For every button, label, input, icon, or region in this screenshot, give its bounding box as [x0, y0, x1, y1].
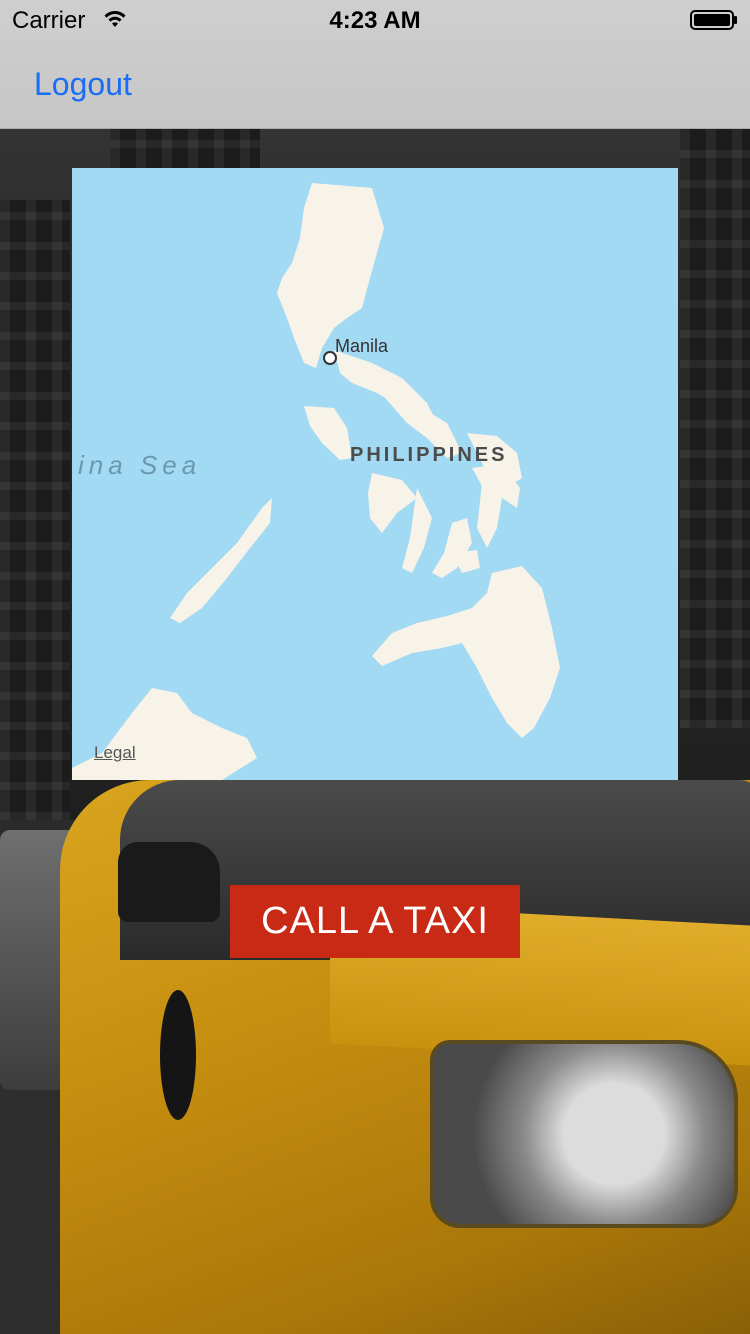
top-bar: Carrier 4:23 AM Logout [0, 0, 750, 129]
map-sea-label: ina Sea [78, 450, 202, 480]
map-country-label: PHILIPPINES [350, 444, 508, 466]
map-view[interactable]: Manila PHILIPPINES ina Sea Legal [72, 168, 678, 780]
building-right [680, 128, 750, 728]
battery-full-icon [690, 10, 737, 30]
status-time: 4:23 AM [329, 7, 421, 34]
taxi-mirror [118, 842, 220, 922]
call-taxi-button[interactable]: CALL A TAXI [230, 885, 520, 958]
logout-button[interactable]: Logout [34, 66, 132, 103]
taxi-headlight [430, 1040, 738, 1228]
map-city-label: Manila [335, 336, 389, 356]
taxi-logo [160, 990, 196, 1120]
map-legal-link[interactable]: Legal [94, 743, 136, 763]
building-left [0, 200, 70, 820]
